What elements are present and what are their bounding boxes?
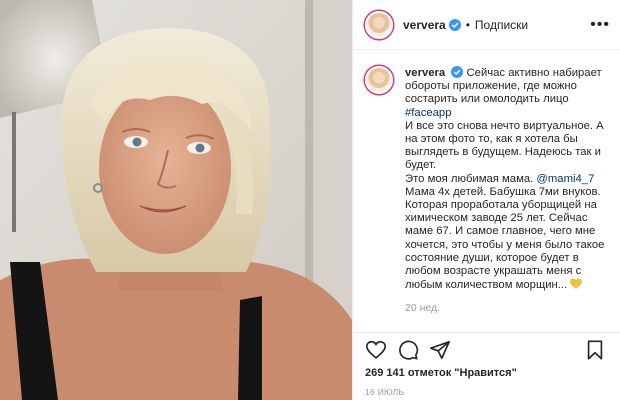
hashtag-link[interactable]: #faceapp <box>405 107 610 120</box>
caption-text-4: Мама 4х детей. Бабушка 7ми внуков. Котор… <box>405 185 605 292</box>
avatar[interactable] <box>365 66 393 94</box>
caption-text-3: Это моя любимая мама. <box>405 172 537 185</box>
post-header: ververa • Подписки ••• <box>353 0 620 50</box>
bookmark-icon[interactable] <box>584 339 606 361</box>
face <box>99 82 231 254</box>
avatar[interactable] <box>365 10 393 39</box>
caption-author[interactable]: ververa <box>405 67 445 79</box>
post-time-ago: 20 нед. <box>405 302 441 315</box>
caption-text-2: И все это снова нечто виртуальное. А на … <box>405 119 604 172</box>
action-bar: 269 141 отметок "Нравится" 16 июль <box>353 332 620 400</box>
heart-icon[interactable] <box>365 339 387 361</box>
lamp-stand <box>12 112 16 232</box>
share-icon[interactable] <box>429 339 451 361</box>
likes-count[interactable]: 269 141 отметок "Нравится" <box>365 367 608 379</box>
username-link[interactable]: ververa <box>403 18 446 32</box>
separator-dot: • <box>465 17 470 32</box>
portrait-illustration <box>0 0 352 400</box>
post-sidebar: ververa • Подписки ••• ververa Сейчас ак… <box>352 0 620 400</box>
post-caption: ververa Сейчас активно набирает обороты … <box>405 66 610 334</box>
more-options-icon[interactable]: ••• <box>590 16 610 32</box>
verified-badge-icon <box>451 66 464 78</box>
follow-button[interactable]: Подписки <box>475 18 528 32</box>
caption-section: ververa Сейчас активно набирает обороты … <box>353 50 620 334</box>
comment-icon[interactable] <box>397 339 419 361</box>
post-date: 16 июль <box>365 387 405 397</box>
action-icons <box>365 339 608 361</box>
yellow-heart-emoji-icon <box>570 278 583 290</box>
post-photo[interactable] <box>0 0 352 400</box>
verified-badge-icon <box>448 18 461 31</box>
mention-link[interactable]: @mami4_7 <box>536 173 594 185</box>
